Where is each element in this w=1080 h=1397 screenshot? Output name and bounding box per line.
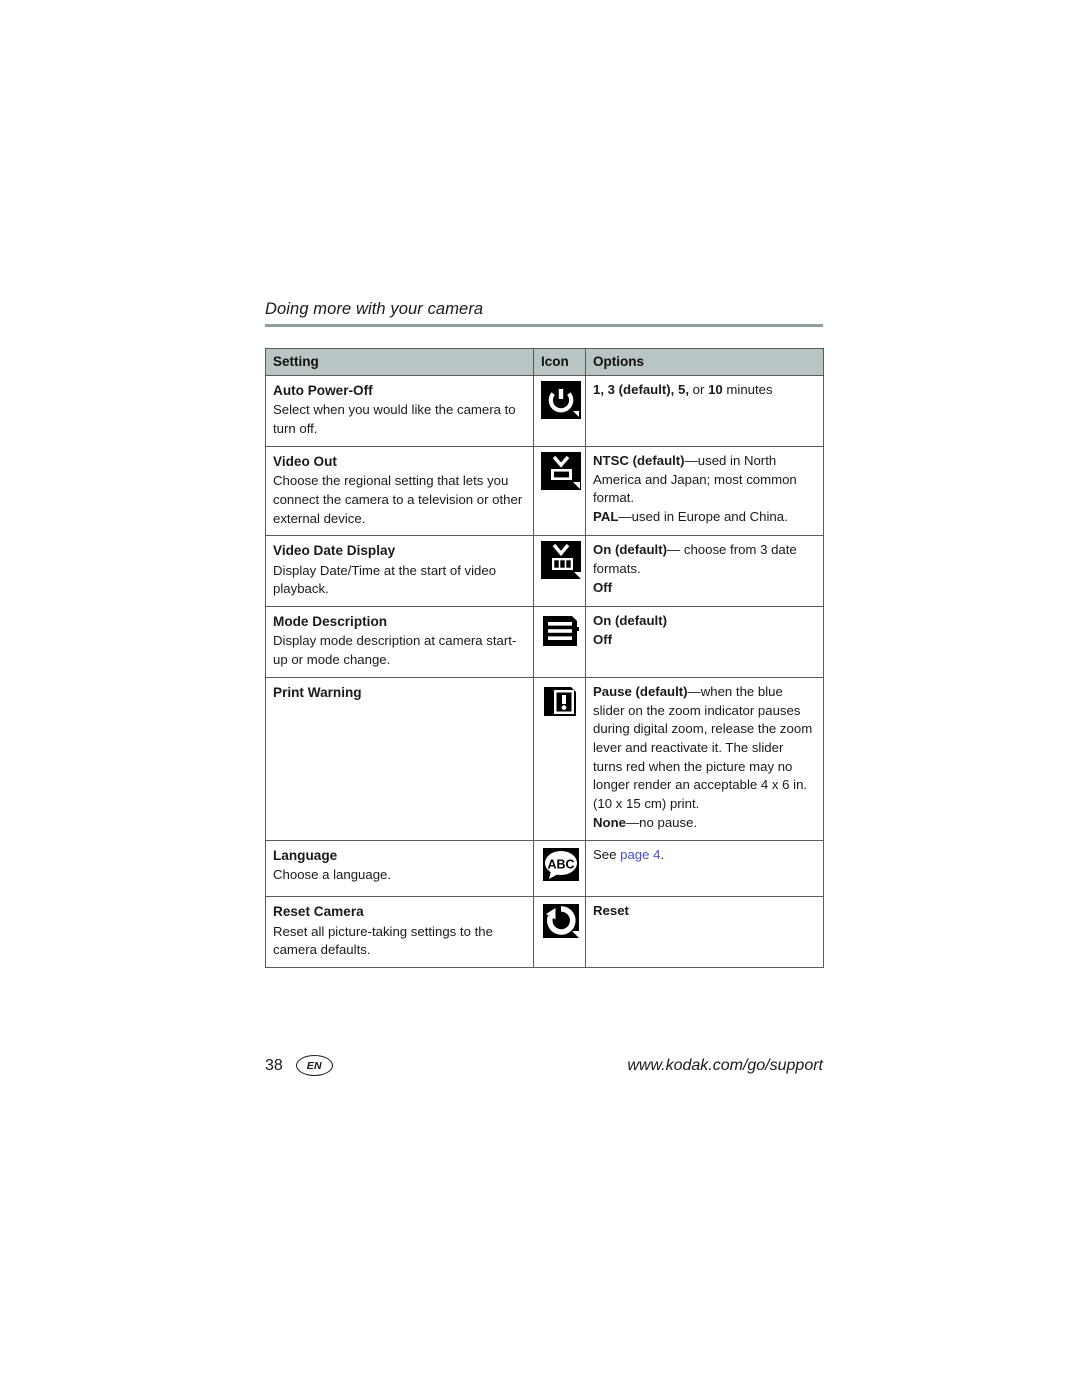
setting-cell: Language Choose a language. <box>265 839 534 898</box>
page-link[interactable]: page 4 <box>620 847 660 862</box>
options-cell: On (default)— choose from 3 date formats… <box>585 535 824 608</box>
icon-cell <box>533 896 586 969</box>
icon-cell <box>533 375 586 447</box>
option-rest: or <box>689 382 709 397</box>
setting-cell: Print Warning <box>265 676 534 841</box>
setting-cell: Reset Camera Reset all picture-taking se… <box>265 896 534 969</box>
setting-description: Choose the regional setting that lets yo… <box>273 473 523 526</box>
reset-icon <box>541 902 581 940</box>
setting-description: Select when you would like the camera to… <box>273 402 516 437</box>
option-line: NTSC (default)—used in North America and… <box>593 452 816 508</box>
options-cell: Pause (default)—when the blue slider on … <box>585 676 824 841</box>
support-url: www.kodak.com/go/support <box>627 1056 823 1074</box>
option-bold: On (default) <box>593 613 667 629</box>
page-number: 38 <box>265 1056 283 1074</box>
table-row: Mode Description Display mode descriptio… <box>265 606 824 678</box>
options-cell: Reset <box>585 896 824 969</box>
setting-description: Display mode description at camera start… <box>273 633 517 668</box>
setting-title: Mode Description <box>273 614 388 630</box>
table-header-row: Setting Icon Options <box>265 348 824 376</box>
option-line: None—no pause. <box>593 814 816 833</box>
svg-text:ABC: ABC <box>547 857 574 871</box>
option-line: PAL—used in Europe and China. <box>593 508 816 527</box>
column-header-icon: Icon <box>533 348 586 376</box>
column-header-setting: Setting <box>265 348 534 376</box>
options-cell: See page 4. <box>585 839 824 898</box>
table-row: Language Choose a language. ABC See page… <box>265 839 824 898</box>
setting-title: Auto Power-Off <box>273 383 373 398</box>
table-row: Video Date Display Display Date/Time at … <box>265 535 824 608</box>
tv-date-icon <box>541 541 581 580</box>
option-line: See page 4. <box>593 846 816 865</box>
print-warning-icon <box>541 683 581 721</box>
abc-bubble-icon: ABC <box>541 846 581 884</box>
setting-description: Reset all picture-taking settings to the… <box>273 923 493 958</box>
icon-cell <box>533 445 586 537</box>
option-rest-2: minutes <box>722 382 773 397</box>
setting-title: Print Warning <box>273 684 362 700</box>
option-bold: NTSC (default) <box>593 452 685 468</box>
power-icon <box>541 381 581 419</box>
option-rest: —used in Europe and China. <box>618 508 788 524</box>
camera-settings-table: Setting Icon Options Auto Power-Off Sele… <box>265 348 824 969</box>
icon-cell <box>533 535 586 608</box>
option-bold: Off <box>593 631 613 647</box>
setting-description: Choose a language. <box>273 866 392 882</box>
footer-left-group: 38 EN <box>265 1055 333 1076</box>
options-cell: On (default) Off <box>585 606 824 678</box>
option-line: Pause (default)—when the blue slider on … <box>593 683 816 814</box>
header-rule <box>265 324 823 327</box>
options-cell: 1, 3 (default), 5, or 10 minutes <box>585 375 824 447</box>
option-line: Off <box>593 579 816 598</box>
option-line: Reset <box>593 902 816 921</box>
table-row: Auto Power-Off Select when you would lik… <box>265 375 824 447</box>
option-rest: See <box>593 846 621 862</box>
option-rest-2: . <box>660 846 665 862</box>
option-bold-2: 10 <box>708 382 723 397</box>
document-page: Doing more with your camera Setting Icon… <box>265 300 824 969</box>
table-row: Print Warning Pause (default)—when the b… <box>265 676 824 841</box>
option-bold: None <box>593 814 626 830</box>
setting-title: Language <box>273 847 338 863</box>
option-bold: 1, 3 (default), 5, <box>593 382 689 397</box>
setting-cell: Mode Description Display mode descriptio… <box>265 606 534 678</box>
option-bold: PAL <box>593 508 619 524</box>
setting-description: Display Date/Time at the start of video … <box>273 562 497 597</box>
option-bold: On (default) <box>593 542 667 558</box>
language-badge: EN <box>295 1055 333 1076</box>
page-footer: 38 EN www.kodak.com/go/support <box>265 1055 823 1076</box>
setting-title: Video Date Display <box>273 543 396 559</box>
column-header-options: Options <box>585 348 824 376</box>
options-cell: NTSC (default)—used in North America and… <box>585 445 824 537</box>
option-rest: —when the blue slider on the zoom indica… <box>593 683 813 812</box>
setting-title: Reset Camera <box>273 904 364 920</box>
setting-cell: Auto Power-Off Select when you would lik… <box>265 375 534 447</box>
option-line: On (default)— choose from 3 date formats… <box>593 541 816 578</box>
table-row: Reset Camera Reset all picture-taking se… <box>265 896 824 969</box>
option-line: Off <box>593 631 816 650</box>
option-bold: Pause (default) <box>593 683 688 699</box>
option-line: On (default) <box>593 612 816 631</box>
option-line: 1, 3 (default), 5, or 10 minutes <box>593 381 816 400</box>
option-rest: —no pause. <box>625 814 698 830</box>
option-bold: Reset <box>593 903 629 919</box>
table-row: Video Out Choose the regional setting th… <box>265 445 824 537</box>
option-bold: Off <box>593 579 613 595</box>
icon-cell: ABC <box>533 839 586 898</box>
running-head: Doing more with your camera <box>265 300 484 318</box>
tv-icon <box>541 451 581 490</box>
lines-icon <box>541 612 581 650</box>
setting-cell: Video Date Display Display Date/Time at … <box>265 535 534 608</box>
setting-title: Video Out <box>273 453 337 469</box>
icon-cell <box>533 676 586 841</box>
icon-cell <box>533 606 586 678</box>
setting-cell: Video Out Choose the regional setting th… <box>265 445 534 537</box>
